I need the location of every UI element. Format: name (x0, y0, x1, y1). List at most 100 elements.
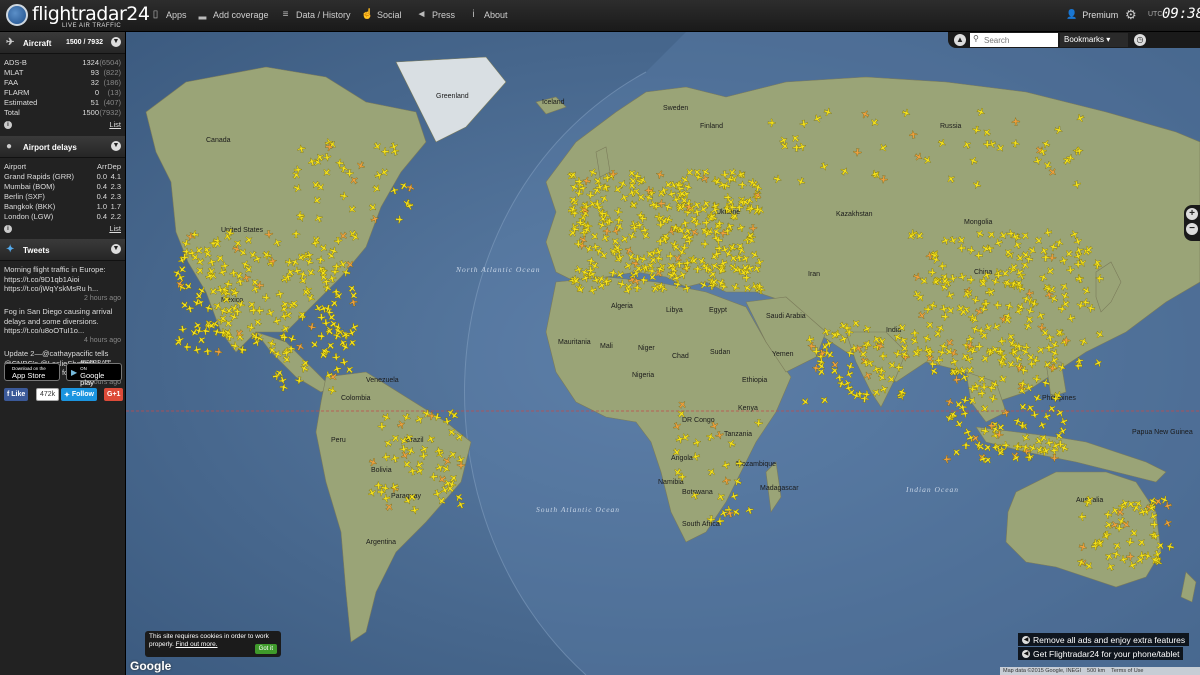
twitter-follow-button[interactable]: ✦ Follow (61, 388, 97, 401)
delay-arr: 0.4 (96, 212, 107, 221)
delay-row[interactable]: Mumbai (BOM) 0.4 2.3 (4, 182, 121, 192)
facebook-like-button[interactable]: f Like (4, 388, 29, 401)
remove-ads-promo[interactable]: ◀ Remove all ads and enjoy extra features (1018, 633, 1190, 646)
stat-value: 32 (90, 78, 99, 87)
label-peru: Peru (331, 437, 346, 444)
like-label: Like (11, 391, 26, 398)
list-link-label: List (109, 120, 121, 129)
chevron-left-icon: ◀ (1022, 649, 1030, 658)
aircraft-count: 1500 / 7932 (66, 39, 103, 46)
google-plus-button[interactable]: G+1 (104, 388, 124, 401)
stat-total: (822) (103, 68, 121, 77)
top-bar: flightradar24 LIVE AIR TRAFFIC ▯ Apps ▂ Ad… (0, 0, 1200, 32)
stat-value: 93 (90, 68, 99, 77)
stat-value: 1324 (82, 58, 99, 67)
logo-text: flightradar24 (32, 3, 150, 25)
thumbs-up-icon: ☝ (361, 9, 374, 20)
bookmarks-dropdown[interactable]: Bookmarks ▾ (1060, 33, 1128, 47)
label-colombia: Colombia (341, 395, 371, 402)
delay-dep: 2.3 (110, 192, 121, 201)
delay-row[interactable]: London (LGW) 0.4 2.2 (4, 212, 121, 222)
delay-row[interactable]: Berlin (SXF) 0.4 2.3 (4, 192, 121, 202)
app-store-badge[interactable]: Download on the App Store (4, 363, 60, 381)
ocean-label-south-atlantic: South Atlantic Ocean (536, 505, 620, 514)
chevron-up-icon[interactable]: ▲ (954, 34, 966, 46)
label-dr-congo: DR Congo (682, 417, 715, 424)
chevron-down-icon[interactable]: ▼ (111, 37, 121, 47)
stat-label: FLARM (4, 88, 30, 97)
label-finland: Finland (700, 123, 723, 130)
stat-total: (6504) (99, 58, 121, 67)
map-pin-icon: ● (6, 141, 13, 152)
delays-table: Airport Arr Dep Grand Rapids (GRR) 0.0 4… (0, 158, 125, 224)
list-link-label: List (109, 224, 121, 233)
nav-social[interactable]: ☝ Social (361, 9, 402, 20)
label-united-states: United States (221, 227, 264, 234)
airport-delays-header[interactable]: ● Airport delays ▼ (0, 136, 125, 158)
nav-apps[interactable]: ▯ Apps (150, 9, 187, 20)
tweet-item[interactable]: Morning flight traffic in Europe: https:… (0, 265, 125, 303)
mobile-icon: ▯ (152, 9, 159, 20)
attribution-text: Map data ©2015 Google, INEGI (1003, 668, 1082, 674)
label-venezuela: Venezuela (366, 377, 399, 384)
nav-press[interactable]: ◄ Press (416, 9, 455, 20)
world-map[interactable]: North Atlantic Ocean South Atlantic Ocea… (126, 32, 1200, 675)
bookmarks-label: Bookmarks (1064, 35, 1105, 44)
ocean-label-north-atlantic: North Atlantic Ocean (455, 265, 540, 274)
nav-label: Data / History (296, 9, 351, 20)
zoom-in-button[interactable]: + (1186, 208, 1198, 220)
aircraft-stat-row: Estimated 51 (407) (4, 98, 121, 108)
flightradar24-logo[interactable]: flightradar24 LIVE AIR TRAFFIC (6, 2, 150, 30)
tweet-item[interactable]: Fog in San Diego causing arrival delays … (0, 307, 125, 345)
info-icon[interactable]: i (4, 121, 12, 129)
clock-icon[interactable]: ◷ (1134, 34, 1146, 46)
utc-label: UTC (1148, 11, 1163, 18)
aircraft-panel-header[interactable]: ✈ Aircraft 1500 / 7932 ▼ (0, 32, 125, 54)
nav-about[interactable]: i About (468, 9, 507, 20)
delay-arr: 0.0 (96, 172, 107, 181)
gear-icon[interactable]: ⚙ (1125, 7, 1137, 23)
premium-button[interactable]: 👤 Premium (1066, 9, 1118, 20)
label-sweden: Sweden (663, 105, 688, 112)
delays-list-link[interactable]: i List (0, 224, 125, 236)
label-mongolia: Mongolia (964, 219, 993, 226)
delay-row[interactable]: Bangkok (BKK) 1.0 1.7 (4, 202, 121, 212)
nav-data-history[interactable]: ≡ Data / History (280, 9, 351, 20)
google-play-badge[interactable]: ▶ ANDROID APP ON Google play (66, 359, 122, 386)
tweet-time: 2 hours ago (84, 294, 121, 302)
chevron-down-icon[interactable]: ▼ (111, 141, 121, 151)
chevron-down-icon[interactable]: ▼ (111, 244, 121, 254)
plane-icon: ✈ (6, 37, 15, 48)
search-input[interactable] (970, 33, 1058, 47)
info-icon[interactable]: i (4, 225, 12, 233)
google-logo[interactable]: Google (130, 659, 171, 673)
tweets-header[interactable]: ✦ Tweets ▼ (0, 239, 125, 261)
aircraft-list-link[interactable]: i List (0, 120, 125, 132)
sidebar: ✈ Aircraft 1500 / 7932 ▼ ADS-B 1324 (650… (0, 32, 126, 675)
nav-label: Press (432, 9, 456, 20)
aircraft-stat-row: FAA 32 (186) (4, 78, 121, 88)
label-greenland: Greenland (436, 93, 469, 100)
cookie-find-out-more[interactable]: Find out more. (176, 641, 218, 648)
label-ethiopia: Ethiopia (742, 377, 767, 384)
label-canada: Canada (206, 137, 231, 144)
map-canvas[interactable]: North Atlantic Ocean South Atlantic Ocea… (126, 32, 1200, 675)
delays-header-row: Airport Arr Dep (4, 162, 121, 172)
terms-link[interactable]: Terms of Use (1111, 668, 1143, 674)
delay-row[interactable]: Grand Rapids (GRR) 0.0 4.1 (4, 172, 121, 182)
delay-dep: 2.2 (110, 212, 121, 221)
stat-total: (186) (103, 78, 121, 87)
col-dep: Dep (107, 162, 121, 171)
cookie-got-it-button[interactable]: Got it (254, 644, 277, 654)
zoom-out-button[interactable]: − (1186, 223, 1198, 235)
stat-value: 1500 (82, 108, 99, 117)
cookie-notice: This site requires cookies in order to w… (145, 631, 281, 657)
delay-airport: Berlin (SXF) (4, 192, 45, 201)
label-saudi-arabia: Saudi Arabia (766, 313, 806, 320)
nav-add-coverage[interactable]: ▂ Add coverage (197, 9, 269, 20)
get-app-promo[interactable]: ◀ Get Flightradar24 for your phone/tablet (1018, 647, 1184, 660)
scale-label: 500 km (1087, 668, 1106, 674)
tweet-text: Morning flight traffic in Europe: https:… (4, 265, 106, 293)
aircraft-stats: ADS-B 1324 (6504) MLAT 93 (822) FAA 32 (18… (0, 54, 125, 120)
stat-total: (7932) (99, 108, 121, 117)
